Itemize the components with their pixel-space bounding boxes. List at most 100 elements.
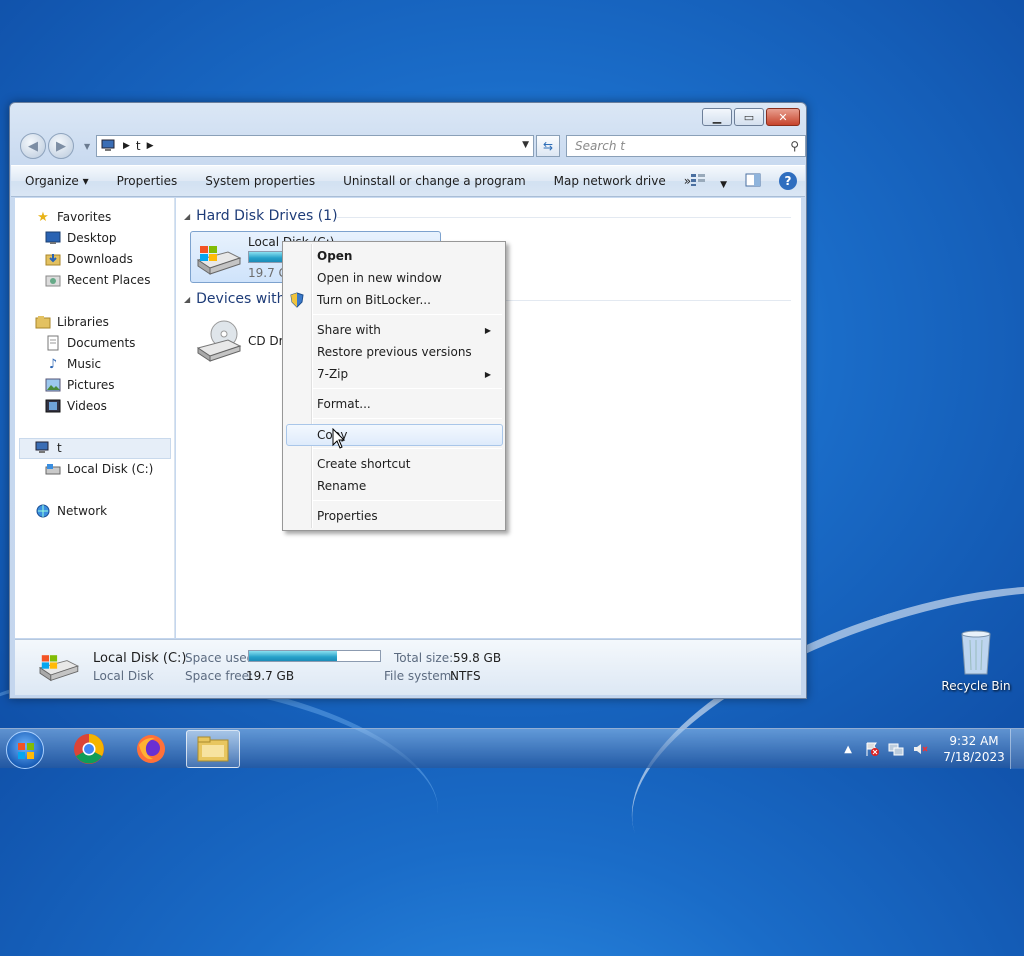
collapse-icon[interactable]: ◢ [184, 295, 190, 304]
group-header-devices[interactable]: ◢ Devices with [184, 291, 285, 307]
libraries-icon [35, 314, 51, 330]
hard-drive-icon [35, 648, 83, 688]
sidebar-item-label: Music [67, 357, 102, 371]
collapse-icon[interactable]: ◢ [184, 212, 190, 221]
sidebar-item-label: Desktop [67, 231, 117, 245]
close-button[interactable]: ✕ [766, 108, 800, 126]
uninstall-program-button[interactable]: Uninstall or change a program [329, 174, 540, 188]
menu-item-create-shortcut[interactable]: Create shortcut [317, 454, 410, 474]
refresh-button[interactable]: ⇆ [536, 135, 560, 157]
total-size-label: Total size: [394, 651, 454, 665]
sidebar-item-network[interactable]: Network [35, 501, 107, 521]
taskbar: ▲ 9:32 AM 7/18/2023 [0, 728, 1024, 769]
menu-separator [313, 388, 502, 389]
breadcrumb-arrow-icon[interactable]: ▶ [123, 141, 130, 151]
system-tray: ▲ 9:32 AM 7/18/2023 [844, 729, 1024, 769]
maximize-button[interactable]: ▭ [734, 108, 764, 126]
clock-time: 9:32 AM [949, 734, 999, 748]
group-header-label: Hard Disk Drives (1) [196, 208, 338, 224]
documents-icon [45, 335, 61, 351]
menu-item-open-new-window[interactable]: Open in new window [317, 268, 442, 288]
sidebar-item-local-disk[interactable]: Local Disk (C:) [45, 459, 153, 479]
recycle-bin-shortcut[interactable]: Recycle Bin [940, 628, 1012, 693]
view-dropdown-icon[interactable]: ▼ [720, 180, 727, 190]
menu-separator [313, 314, 502, 315]
sidebar-item-label: t [57, 441, 62, 455]
details-usage-bar [248, 650, 381, 662]
search-input[interactable]: Search t ⚲ [566, 135, 806, 157]
sidebar-item-computer[interactable]: t [35, 438, 62, 458]
recycle-bin-icon [961, 630, 991, 675]
properties-button[interactable]: Properties [103, 174, 192, 188]
sidebar-item-label: Videos [67, 399, 107, 413]
sidebar-item-label: Recent Places [67, 273, 151, 287]
sidebar-item-libraries[interactable]: Libraries [35, 312, 109, 332]
group-header-hard-disks[interactable]: ◢ Hard Disk Drives (1) [184, 208, 338, 224]
space-free-value: 19.7 GB [246, 669, 295, 683]
back-button[interactable]: ◀ [20, 133, 46, 159]
change-view-button[interactable]: ▼ [690, 173, 727, 190]
minimize-button[interactable]: ▁ [702, 108, 732, 126]
sidebar-item-downloads[interactable]: Downloads [45, 249, 133, 269]
menu-item-properties[interactable]: Properties [317, 506, 378, 526]
help-button[interactable]: ? [779, 172, 797, 190]
sidebar-item-label: Network [57, 504, 108, 518]
recent-places-icon [45, 272, 61, 288]
map-network-drive-button[interactable]: Map network drive [540, 174, 680, 188]
search-placeholder: Search t [575, 139, 626, 153]
address-history-dropdown[interactable]: ▼ [522, 140, 529, 150]
sidebar-item-documents[interactable]: Documents [45, 333, 135, 353]
sidebar-item-desktop[interactable]: Desktop [45, 228, 117, 248]
volume-muted-icon[interactable] [912, 741, 928, 757]
menu-separator [313, 500, 502, 501]
forward-button[interactable]: ▶ [48, 133, 74, 159]
hard-drive-icon [194, 238, 242, 278]
network-icon [35, 503, 51, 519]
preview-pane-button[interactable] [745, 173, 761, 190]
menu-item-open[interactable]: Open [317, 246, 352, 266]
group-divider [506, 300, 791, 301]
sidebar-item-label: Downloads [67, 252, 133, 266]
show-desktop-button[interactable] [1010, 729, 1024, 769]
sidebar-item-music[interactable]: ♪ Music [45, 354, 101, 374]
start-button[interactable] [6, 731, 44, 769]
star-icon: ★ [37, 209, 49, 225]
taskbar-firefox[interactable] [124, 730, 178, 768]
command-bar: Organize ▾ Properties System properties … [11, 165, 805, 197]
cd-drive-icon[interactable] [194, 318, 242, 362]
sidebar-item-favorites[interactable]: ★ Favorites [35, 207, 111, 227]
menu-item-share-with[interactable]: Share with ▶ [317, 320, 501, 340]
local-disk-icon [45, 461, 61, 477]
network-status-icon[interactable] [888, 741, 904, 757]
system-properties-button[interactable]: System properties [191, 174, 329, 188]
menu-item-rename[interactable]: Rename [317, 476, 366, 496]
address-bar[interactable]: ▶ t ▶ ▼ [96, 135, 534, 157]
music-icon: ♪ [48, 356, 58, 372]
firefox-icon [137, 735, 165, 763]
mouse-cursor-icon [332, 428, 346, 449]
clock-date: 7/18/2023 [943, 750, 1005, 764]
organize-button[interactable]: Organize ▾ [11, 174, 103, 188]
details-usage-fill [249, 651, 337, 661]
recent-pages-dropdown[interactable]: ▼ [84, 142, 90, 151]
taskbar-chrome[interactable] [62, 730, 116, 768]
sidebar-item-label: Libraries [57, 315, 109, 329]
search-icon[interactable]: ⚲ [790, 139, 799, 153]
navigation-bar: ◀ ▶ ▼ ▶ t ▶ ▼ ⇆ Search t ⚲ [18, 131, 806, 161]
sidebar-item-pictures[interactable]: Pictures [45, 375, 115, 395]
breadcrumb-arrow-icon[interactable]: ▶ [147, 141, 154, 151]
breadcrumb-computer[interactable]: t [136, 139, 141, 153]
computer-icon [101, 138, 117, 154]
menu-item-7zip[interactable]: 7-Zip ▶ [317, 364, 501, 384]
menu-item-bitlocker[interactable]: Turn on BitLocker... [317, 290, 431, 310]
menu-item-restore-previous-versions[interactable]: Restore previous versions [317, 342, 472, 362]
space-free-label: Space free: [185, 669, 254, 683]
videos-icon [45, 398, 61, 414]
taskbar-file-explorer[interactable] [186, 730, 240, 768]
clock[interactable]: 9:32 AM 7/18/2023 [938, 733, 1010, 765]
sidebar-item-videos[interactable]: Videos [45, 396, 107, 416]
show-hidden-icons-button[interactable]: ▲ [844, 744, 852, 755]
sidebar-item-recent-places[interactable]: Recent Places [45, 270, 150, 290]
action-center-flag-icon[interactable] [864, 741, 880, 757]
menu-item-format[interactable]: Format... [317, 394, 371, 414]
